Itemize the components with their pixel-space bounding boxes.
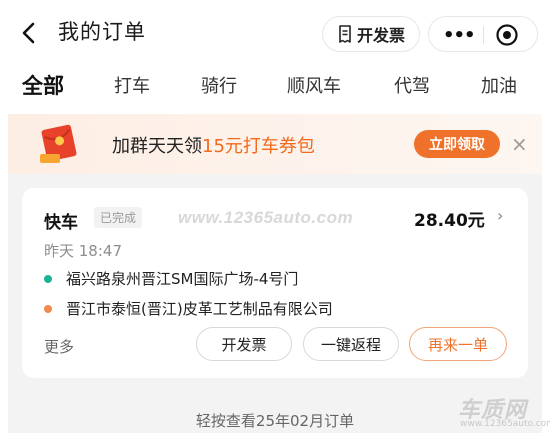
return-trip-button[interactable]: 一键返程 xyxy=(303,327,399,361)
tab-designated-driver[interactable]: 代驾 xyxy=(394,72,430,98)
dropoff-address: 晋江市泰恒(晋江)皮革工艺制品有限公司 xyxy=(66,300,333,318)
service-type: 快车 xyxy=(44,213,78,233)
pickup-dot-icon xyxy=(44,275,52,283)
promo-text-highlight: 15元打车券包 xyxy=(202,136,315,157)
tab-refuel[interactable]: 加油 xyxy=(481,72,517,98)
page-title: 我的订单 xyxy=(58,20,146,44)
pickup-address: 福兴路泉州晋江SM国际广场-4号门 xyxy=(66,270,299,288)
more-options-icon[interactable]: ••• xyxy=(443,25,476,46)
status-badge: 已完成 xyxy=(94,207,143,228)
reorder-button[interactable]: 再来一单 xyxy=(409,327,507,361)
back-button[interactable] xyxy=(14,18,44,48)
promo-banner[interactable]: 加群天天领15元打车券包 立即领取 × xyxy=(8,114,542,174)
site-logo-watermark: 车质网 www.12365auto.com xyxy=(452,392,550,432)
dropoff-dot-icon xyxy=(44,305,52,313)
order-time: 昨天 18:47 xyxy=(44,242,122,260)
logo-url: www.12365auto.com xyxy=(460,419,550,429)
issue-invoice-button[interactable]: 开发票 xyxy=(196,327,292,361)
tab-carpool[interactable]: 顺风车 xyxy=(287,72,341,98)
close-icon[interactable]: × xyxy=(511,132,528,156)
capsule-divider xyxy=(483,26,484,44)
tab-taxi[interactable]: 打车 xyxy=(114,72,150,98)
order-price: 28.40元 xyxy=(414,211,485,231)
red-packet-icon xyxy=(40,124,77,163)
site-watermark: www.12365auto.com xyxy=(178,208,354,227)
promo-text-prefix: 加群天天领 xyxy=(112,136,202,157)
miniapp-capsule: ••• xyxy=(428,16,538,52)
chevron-right-icon[interactable]: › xyxy=(497,206,503,225)
order-type-tabs: 全部 打车 骑行 顺风车 代驾 加油 xyxy=(0,66,550,106)
tab-cycling[interactable]: 骑行 xyxy=(201,72,237,98)
order-card[interactable]: 快车 已完成 www.12365auto.com 28.40元 › 昨天 18:… xyxy=(22,188,528,378)
invoice-icon xyxy=(339,25,351,43)
promo-text: 加群天天领15元打车券包 xyxy=(112,132,315,158)
app-header: 我的订单 开发票 ••• xyxy=(0,0,550,64)
close-miniapp-icon[interactable] xyxy=(495,23,519,47)
more-link[interactable]: 更多 xyxy=(44,336,74,357)
invoice-button[interactable]: 开发票 xyxy=(322,16,420,52)
claim-now-button[interactable]: 立即领取 xyxy=(414,130,500,158)
tab-all[interactable]: 全部 xyxy=(22,70,64,100)
chevron-left-icon xyxy=(22,22,35,44)
invoice-button-label: 开发票 xyxy=(356,26,405,45)
